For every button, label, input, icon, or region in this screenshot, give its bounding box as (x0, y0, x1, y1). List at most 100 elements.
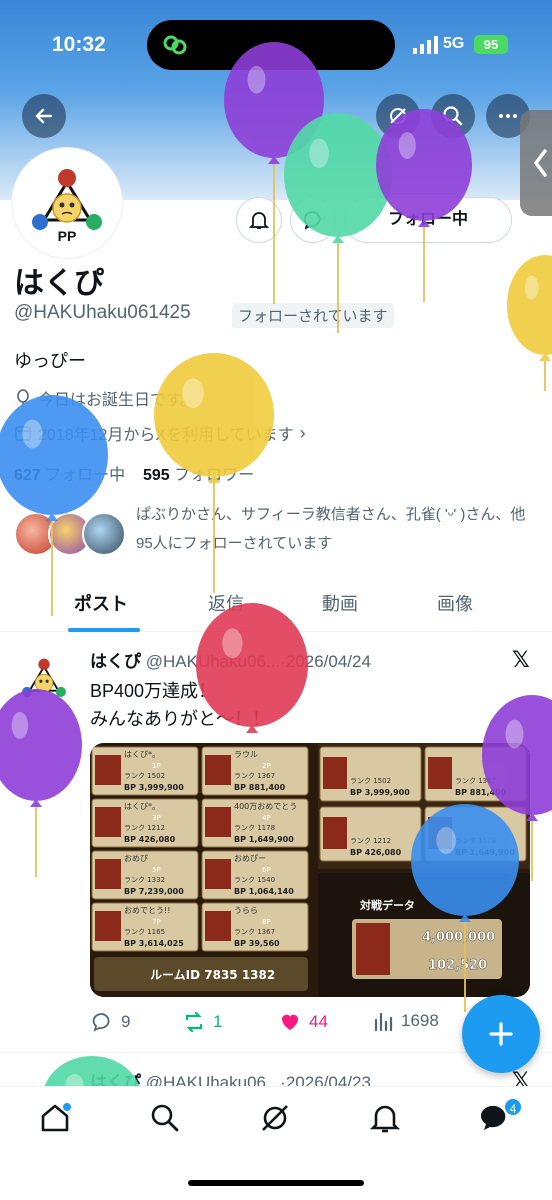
followers-you-know[interactable]: ぱぶりかさん、サフィーラ教信者さん、孔雀( 'ᵕ' )さん、他95人にフォローさ… (14, 500, 534, 570)
player-rank: ランク 1367 (455, 777, 496, 785)
tweet-meta: @HAKUhaku06...·2026/04/24 (145, 652, 371, 671)
message-button[interactable] (290, 197, 336, 243)
battle-portrait (356, 923, 390, 975)
plus-icon (489, 1022, 513, 1046)
following-count-link[interactable]: 627 フォロー中 (14, 467, 125, 484)
retweet-icon (185, 1011, 203, 1033)
back-button[interactable] (22, 94, 66, 138)
player-name: はくぴ*。 (124, 802, 160, 811)
player-rank: ランク 1178 (234, 824, 275, 832)
grok-button[interactable] (376, 94, 420, 138)
tweet-media[interactable]: はくぴ*。 1P ランク 1502 BP 3,999,900 ラウル 2P ランク 1367… (90, 743, 530, 997)
retweet-count: 1 (213, 1012, 223, 1031)
profile-handle: @HAKUhaku061425 (14, 302, 191, 323)
followers-label: フォロワー (174, 467, 255, 484)
reply-count: 9 (121, 1012, 131, 1031)
like-button[interactable]: 44 (278, 1010, 328, 1034)
player-portrait (205, 807, 231, 837)
player-rank: ランク 1367 (234, 772, 275, 780)
player-bp: BP 3,999,900 (124, 783, 184, 792)
birthday-row: 今日はお誕生日です。 (14, 386, 196, 410)
compose-button[interactable] (462, 995, 540, 1073)
avatar-art (22, 658, 66, 697)
chat-bubble-icon (303, 211, 321, 230)
player-bp: BP 426,080 (124, 835, 176, 844)
player-tag: 1P (152, 762, 161, 770)
player-name: うらら (234, 906, 258, 915)
signal-icon (413, 36, 438, 54)
side-panel-handle[interactable] (520, 110, 552, 216)
active-tab-indicator (68, 628, 140, 632)
player-tag: 4P (262, 814, 271, 822)
player-tag: 7P (152, 918, 161, 926)
heart-icon (282, 1014, 298, 1030)
home-indicator (188, 1180, 364, 1186)
player-rank: ランク 1540 (234, 876, 275, 884)
reply-button[interactable]: 9 (90, 1010, 130, 1034)
tweet-header: はくぴ @HAKUhaku06...·2026/04/24 (90, 647, 371, 672)
balloon (507, 255, 552, 391)
battle-title: 対戦データ (359, 898, 415, 912)
player-bp: BP 1,649,900 (455, 848, 515, 857)
home-icon[interactable] (38, 1101, 72, 1135)
tweet-author[interactable]: はくぴ (90, 652, 141, 671)
profile-avatar[interactable]: PP (12, 148, 122, 258)
player-portrait (205, 859, 231, 889)
notify-button[interactable] (236, 197, 282, 243)
player-tag: 6P (262, 866, 271, 874)
player-rank: ランク 1367 (234, 928, 275, 936)
player-name: おめでとう!! (124, 906, 170, 915)
following-count: 627 (14, 467, 41, 484)
more-icon (499, 114, 517, 118)
player-rank: ランク 1212 (124, 824, 165, 832)
avatar-label: PP (57, 228, 77, 244)
player-tag: 2P (262, 762, 271, 770)
player-name: おめぴ (124, 854, 148, 863)
player-bp: BP 881,400 (455, 788, 507, 797)
player-rank: ランク 1502 (350, 777, 391, 785)
following-button[interactable]: フォロー中 (344, 197, 512, 243)
room-label: ルームID 7835 1382 (150, 968, 275, 982)
joined-text: 2018年12月からXを利用しています (38, 427, 294, 444)
followers-count-link[interactable]: 595 フォロワー (143, 467, 254, 484)
player-bp: BP 426,080 (350, 848, 402, 857)
tab-replies[interactable]: 返信 (208, 590, 244, 616)
player-portrait (95, 859, 121, 889)
tweet[interactable]: はくぴ @HAKUhaku06...·2026/04/24 𝕏 BP400万達成… (0, 633, 552, 1053)
following-label: フォロー中 (45, 467, 126, 484)
like-count: 44 (309, 1012, 328, 1031)
tab-images[interactable]: 画像 (437, 590, 473, 616)
link-icon (163, 35, 187, 55)
search-icon[interactable] (148, 1101, 182, 1135)
chart-bars-icon (374, 1012, 393, 1032)
chevron-right-icon: › (299, 422, 306, 443)
player-rank: ランク 1212 (350, 837, 391, 845)
tab-posts[interactable]: ポスト (74, 590, 128, 616)
player-tag: 8P (262, 918, 271, 926)
birthday-text: 今日はお誕生日です。 (38, 392, 197, 409)
player-name: ラウル (234, 750, 258, 759)
player-name: はくぴ*。 (124, 750, 160, 759)
player-name: 400万おめでとう (234, 802, 297, 811)
grok-icon (390, 108, 406, 124)
retweet-button[interactable]: 1 (182, 1010, 222, 1034)
player-portrait (95, 807, 121, 837)
bell-icon[interactable] (368, 1101, 402, 1135)
player-rank: ランク 1502 (124, 772, 165, 780)
views-button[interactable]: 1698 (372, 1010, 439, 1032)
follows-you-badge: フォローされています (232, 303, 394, 328)
tweet-avatar[interactable] (12, 648, 76, 712)
battery-indicator: 95 (474, 35, 508, 54)
search-button[interactable] (431, 94, 475, 138)
joined-row[interactable]: 2018年12月からXを利用しています › (14, 421, 306, 445)
bell-plus-icon (248, 212, 270, 229)
player-bp: BP 39,560 (234, 939, 280, 948)
player-bp: BP 7,239,000 (124, 887, 184, 896)
status-time: 10:32 (52, 33, 106, 56)
grok-icon[interactable] (258, 1101, 292, 1135)
tab-videos[interactable]: 動画 (322, 590, 358, 616)
reply-icon (92, 1013, 110, 1032)
player-bp: BP 3,614,025 (124, 939, 184, 948)
tweet-line: BP400万達成！ (90, 681, 217, 701)
player-tag: 5P (152, 866, 161, 874)
